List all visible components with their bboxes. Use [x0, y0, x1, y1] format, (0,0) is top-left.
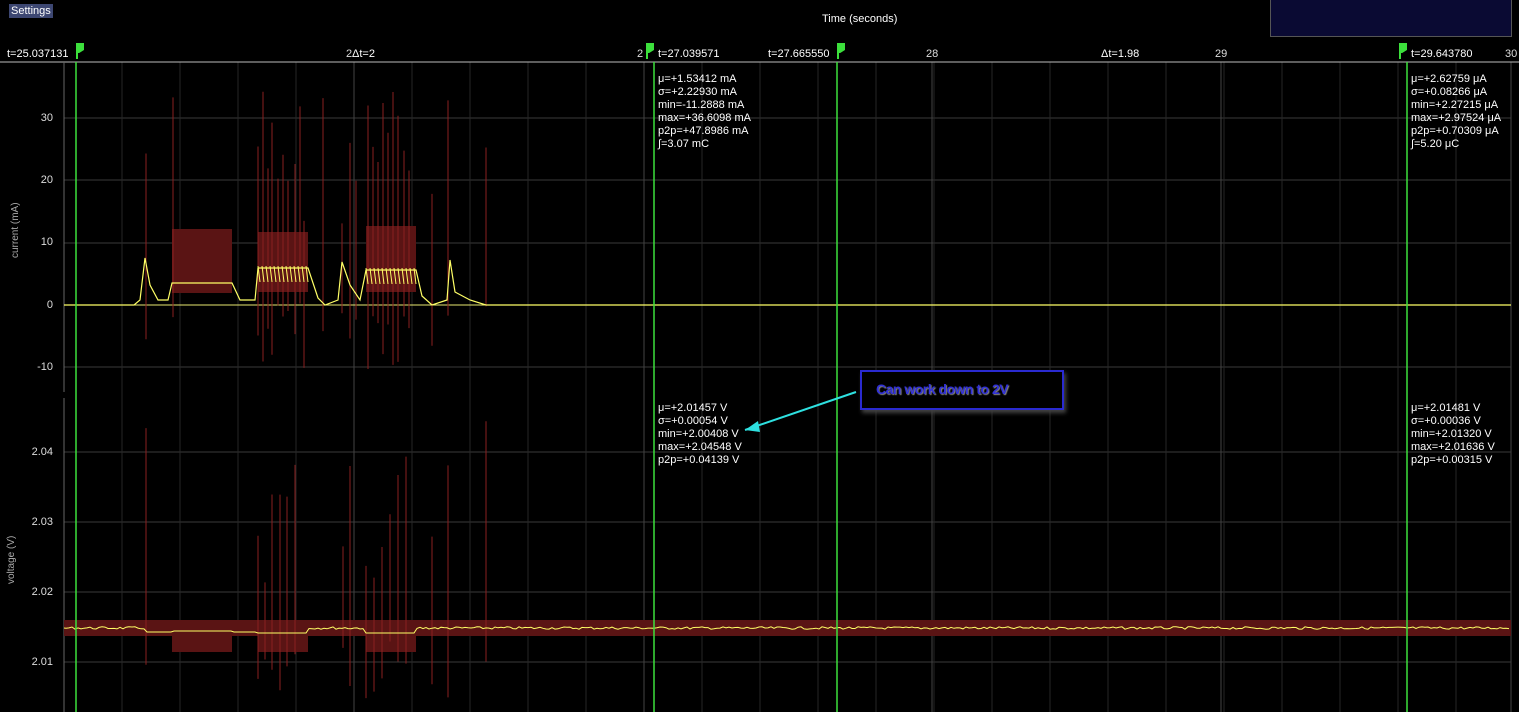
- plot-canvas[interactable]: [0, 0, 1519, 712]
- current-stats-region-1: μ=+1.53412 mA σ=+2.22930 mA min=-11.2888 m…: [658, 73, 751, 150]
- voltage-trace: [63, 421, 1511, 699]
- current-axis-label: current (mA): [10, 202, 21, 258]
- current-tick: -10: [37, 361, 53, 373]
- voltage-tick: 2.02: [31, 586, 53, 598]
- voltage-tick: 2.04: [31, 446, 53, 458]
- current-tick: 10: [40, 236, 53, 248]
- current-trace: [64, 91, 1511, 369]
- voltage-axis-label: voltage (V): [6, 535, 17, 584]
- voltage-tick: 2.01: [31, 656, 53, 668]
- annotation-text: Can work down to 2V: [876, 381, 1009, 397]
- current-tick: 20: [40, 174, 53, 186]
- voltage-stats-region-1: μ=+2.01457 Vσ=+0.00054 Vmin=+2.00408 V m…: [658, 402, 742, 466]
- cursor-lines: [75, 62, 1408, 712]
- voltage-stats-region-2: μ=+2.01481 Vσ=+0.00036 Vmin=+2.01320 V m…: [1411, 402, 1495, 466]
- annotation-box[interactable]: Can work down to 2V: [860, 370, 1064, 410]
- current-stats-region-2: μ=+2.62759 μA σ=+0.08266 μA min=+2.27215 μ…: [1411, 73, 1502, 150]
- annotation-arrow: [744, 391, 857, 431]
- annotation-arrowhead: [745, 421, 760, 432]
- current-tick: 30: [40, 112, 53, 124]
- voltage-tick: 2.03: [31, 516, 53, 528]
- current-tick: 0: [46, 299, 53, 311]
- grid-lines: [0, 61, 1519, 712]
